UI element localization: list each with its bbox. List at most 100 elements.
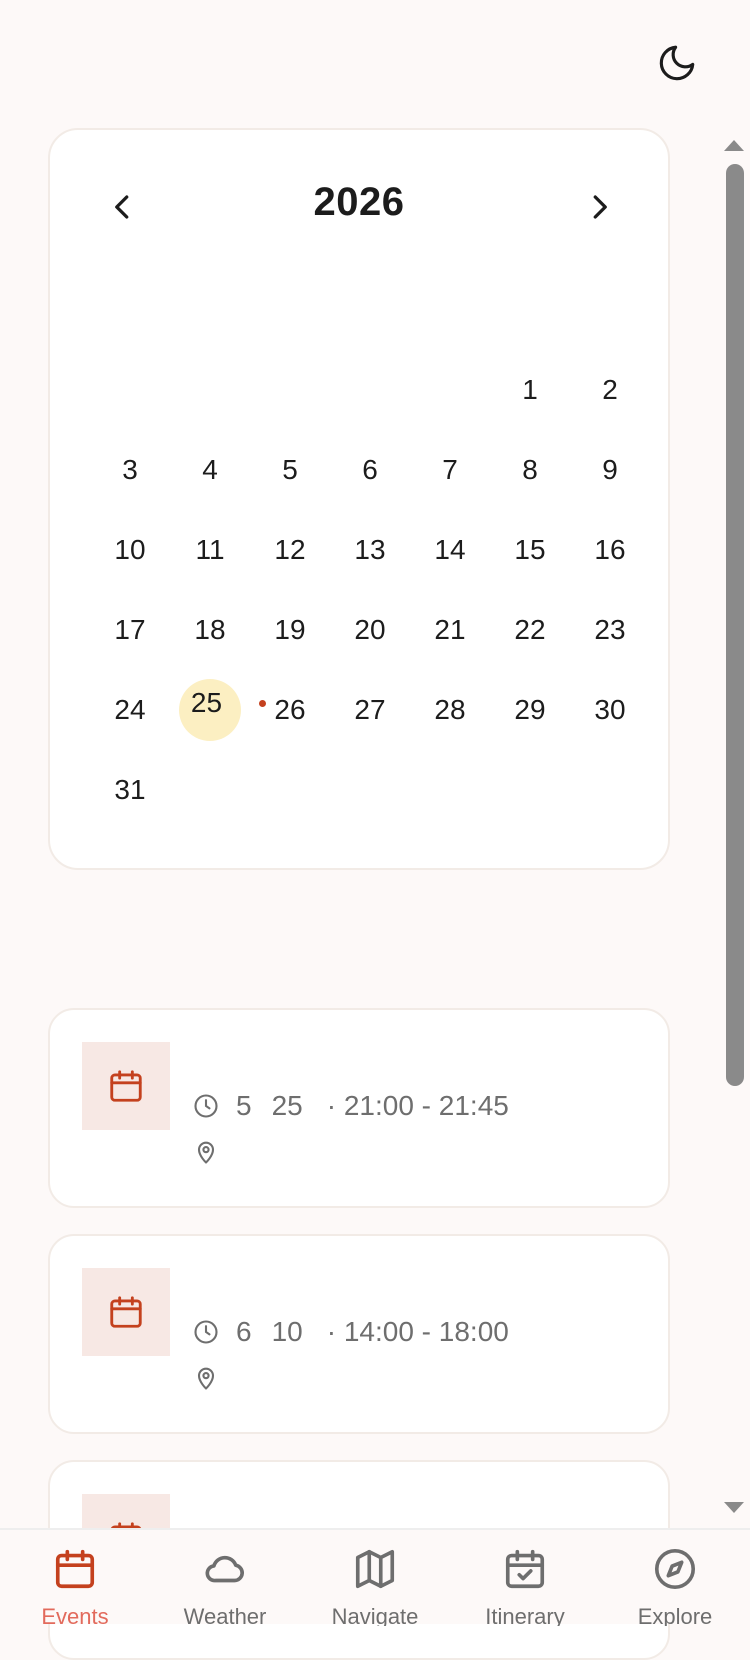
calendar-day[interactable]: 27 bbox=[330, 670, 410, 750]
calendar-icon bbox=[110, 1070, 142, 1102]
event-time-range: · 21:00 - 21:45 bbox=[326, 1090, 509, 1121]
calendar-day-number: 5 bbox=[282, 454, 298, 485]
tab-events[interactable]: Events bbox=[0, 1530, 150, 1626]
calendar-day-number: 23 bbox=[594, 614, 626, 645]
calendar-day-number: 4 bbox=[202, 454, 218, 485]
calendar-day-number: 29 bbox=[514, 694, 546, 725]
scroll-up-arrow[interactable] bbox=[724, 140, 744, 151]
event-date: 25 bbox=[271, 1090, 303, 1121]
calendar-day[interactable]: 29 bbox=[490, 670, 570, 750]
calendar-day-number: 19 bbox=[274, 614, 306, 645]
clock-icon bbox=[194, 1094, 218, 1118]
map-pin-icon bbox=[197, 1141, 215, 1164]
calendar-day[interactable]: 30 bbox=[570, 670, 650, 750]
calendar-empty-cell bbox=[330, 350, 410, 430]
event-card[interactable]: 6 10 · 14:00 - 18:00 bbox=[48, 1234, 670, 1434]
calendar-empty-cell bbox=[90, 350, 170, 430]
event-time: 5 25 · 21:00 - 21:45 bbox=[192, 1090, 509, 1122]
calendar-day[interactable]: 11 bbox=[170, 510, 250, 590]
tab-label: Events bbox=[41, 1604, 109, 1626]
tab-weather[interactable]: Weather bbox=[150, 1530, 300, 1626]
scroll-down-arrow[interactable] bbox=[724, 1502, 744, 1513]
calendar-day[interactable]: 13 bbox=[330, 510, 410, 590]
event-date: 10 bbox=[271, 1316, 303, 1347]
calendar-day-number: 24 bbox=[114, 694, 146, 725]
tab-label: Itinerary bbox=[485, 1604, 565, 1626]
calendar-day[interactable]: 26 bbox=[250, 670, 330, 750]
calendar-days-grid: 1 2 3 4 5 6 7 8 9 10 11 12 13 14 15 16 17 18 19 20 21 22 23 24 2… bbox=[90, 350, 650, 830]
calendar-day-number: 30 bbox=[594, 694, 626, 725]
event-location bbox=[192, 1138, 220, 1166]
bottom-navigation: Events Weather Navigate Itinerary Explor… bbox=[0, 1528, 750, 1626]
calendar-day-number: 14 bbox=[434, 534, 466, 565]
calendar-day[interactable]: 22 bbox=[490, 590, 570, 670]
calendar-day[interactable]: 14 bbox=[410, 510, 490, 590]
calendar-card: 2026 1 2 3 4 5 6 7 8 9 10 11 12 13 14 15 16 17 18 19 20 21 22… bbox=[48, 128, 670, 870]
calendar-day[interactable]: 7 bbox=[410, 430, 490, 510]
next-button[interactable] bbox=[574, 182, 624, 232]
event-time: 6 10 · 14:00 - 18:00 bbox=[192, 1316, 509, 1348]
event-card[interactable]: 5 25 · 21:00 - 21:45 bbox=[48, 1008, 670, 1208]
calendar-day[interactable]: 9 bbox=[570, 430, 650, 510]
calendar-day-number: 7 bbox=[442, 454, 458, 485]
event-thumbnail bbox=[82, 1042, 170, 1130]
tab-label: Weather bbox=[183, 1604, 267, 1626]
calendar-day[interactable]: 21 bbox=[410, 590, 490, 670]
calendar-day-number: 9 bbox=[602, 454, 618, 485]
scrollbar-thumb[interactable] bbox=[726, 164, 744, 1086]
calendar-empty-cell bbox=[250, 350, 330, 430]
calendar-day-number: 18 bbox=[194, 614, 226, 645]
calendar-day-number: 31 bbox=[114, 774, 146, 805]
tab-label: Explore bbox=[637, 1604, 713, 1626]
event-location bbox=[192, 1364, 220, 1392]
calendar-day[interactable]: 23 bbox=[570, 590, 650, 670]
calendar-day[interactable]: 17 bbox=[90, 590, 170, 670]
calendar-day-number: 3 bbox=[122, 454, 138, 485]
tab-navigate[interactable]: Navigate bbox=[300, 1530, 450, 1626]
map-icon bbox=[355, 1549, 395, 1589]
calendar-day[interactable]: 10 bbox=[90, 510, 170, 590]
calendar-day[interactable]: 19 bbox=[250, 590, 330, 670]
calendar-day[interactable]: 8 bbox=[490, 430, 570, 510]
map-pin-icon bbox=[197, 1367, 215, 1390]
calendar-day[interactable]: 1 bbox=[490, 350, 570, 430]
calendar-day-number: 1 bbox=[522, 374, 538, 405]
cloud-icon bbox=[205, 1555, 244, 1583]
calendar-day[interactable]: 24 bbox=[90, 670, 170, 750]
calendar-empty-cell bbox=[170, 350, 250, 430]
calendar-day[interactable]: 28 bbox=[410, 670, 490, 750]
calendar-day-number: 22 bbox=[514, 614, 546, 645]
theme-toggle-button[interactable] bbox=[652, 38, 702, 88]
calendar-day[interactable]: 16 bbox=[570, 510, 650, 590]
calendar-day[interactable]: 4 bbox=[170, 430, 250, 510]
compass-icon bbox=[654, 1548, 696, 1590]
calendar-day-number: 17 bbox=[114, 614, 146, 645]
calendar-check-icon bbox=[505, 1549, 545, 1589]
calendar-day-number: 28 bbox=[434, 694, 466, 725]
calendar-day[interactable]: 6 bbox=[330, 430, 410, 510]
calendar-icon bbox=[55, 1549, 95, 1589]
tab-explore[interactable]: Explore bbox=[600, 1530, 750, 1626]
calendar-day-number: 11 bbox=[195, 534, 225, 565]
calendar-day-number: 12 bbox=[274, 534, 306, 565]
calendar-day-number: 27 bbox=[354, 694, 386, 725]
calendar-empty-cell bbox=[410, 350, 490, 430]
calendar-day-number: 26 bbox=[274, 694, 306, 725]
calendar-day-number: 8 bbox=[522, 454, 538, 485]
calendar-day[interactable]: 5 bbox=[250, 430, 330, 510]
event-month: 5 bbox=[236, 1090, 252, 1121]
calendar-day-number: 10 bbox=[114, 534, 146, 565]
event-time-range: · 14:00 - 18:00 bbox=[326, 1316, 509, 1347]
calendar-day-number: 16 bbox=[594, 534, 626, 565]
calendar-day-number: 20 bbox=[354, 614, 386, 645]
calendar-day[interactable]: 20 bbox=[330, 590, 410, 670]
calendar-day[interactable]: 31 bbox=[90, 750, 170, 830]
calendar-day[interactable]: 2 bbox=[570, 350, 650, 430]
calendar-day[interactable]: 15 bbox=[490, 510, 570, 590]
calendar-day[interactable]: 12 bbox=[250, 510, 330, 590]
calendar-day[interactable]: 3 bbox=[90, 430, 170, 510]
tab-itinerary[interactable]: Itinerary bbox=[450, 1530, 600, 1626]
calendar-day[interactable]: 18 bbox=[170, 590, 250, 670]
event-month: 6 bbox=[236, 1316, 252, 1347]
calendar-day-selected[interactable]: 25 bbox=[170, 670, 267, 750]
